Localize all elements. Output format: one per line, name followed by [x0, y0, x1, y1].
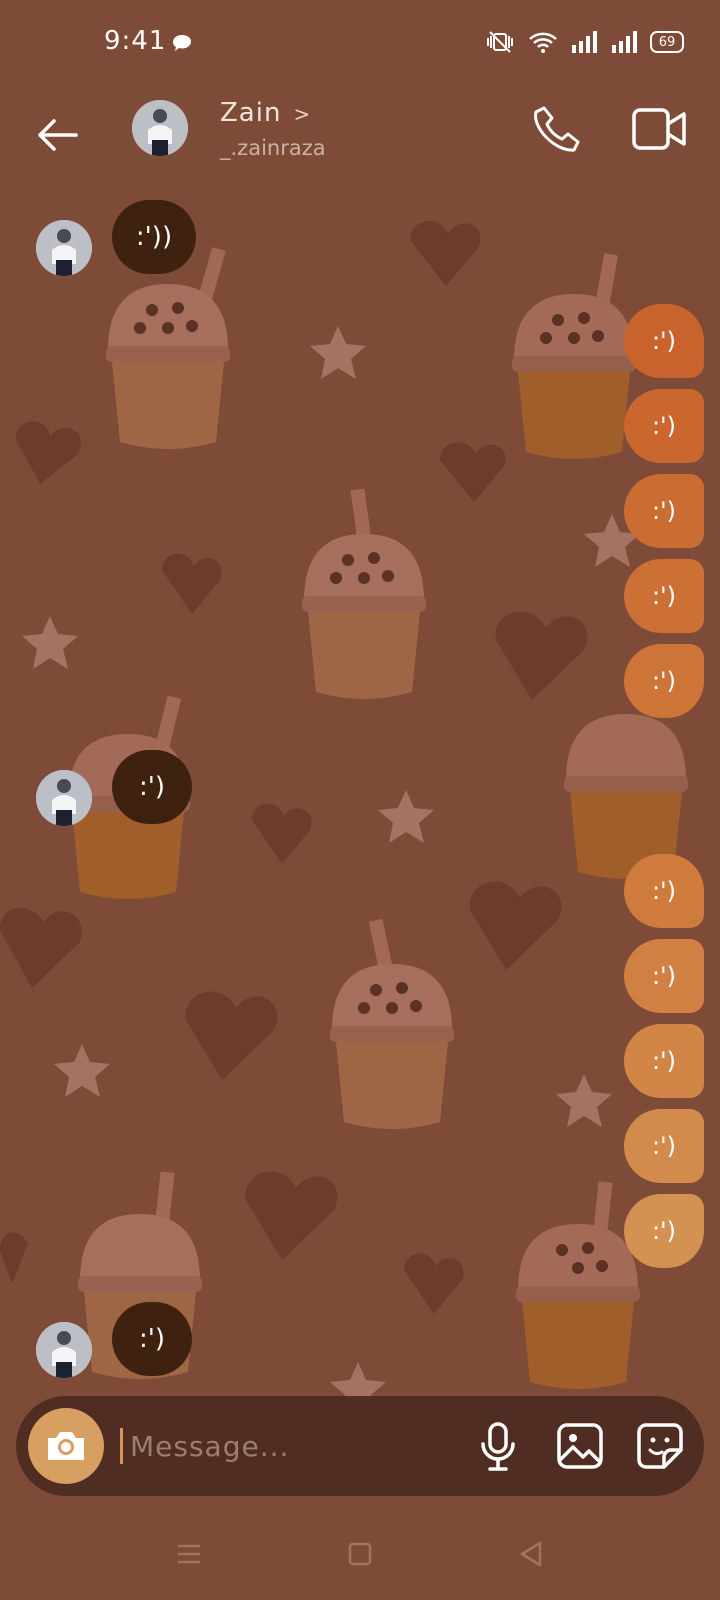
outgoing-message[interactable]: :') [624, 304, 704, 378]
battery-level: 69 [658, 34, 676, 50]
chevron-right-icon: > [293, 102, 312, 126]
video-camera-icon[interactable] [632, 104, 686, 154]
sender-avatar[interactable] [36, 220, 92, 276]
sender-avatar[interactable] [36, 770, 92, 826]
signal-icon [612, 31, 637, 53]
back-arrow-icon[interactable] [32, 110, 82, 160]
sticker-icon[interactable] [636, 1422, 684, 1470]
outgoing-message[interactable]: :') [624, 939, 704, 1013]
outgoing-message[interactable]: :') [624, 854, 704, 928]
chat-header: Zain > _.zainraza [0, 90, 720, 190]
incoming-message[interactable]: :') [112, 750, 192, 824]
phone-icon[interactable] [530, 102, 582, 154]
signal-icon [572, 31, 597, 53]
back-icon[interactable] [518, 1540, 544, 1568]
outgoing-message[interactable]: :') [624, 559, 704, 633]
camera-button[interactable] [28, 1408, 104, 1484]
outgoing-message[interactable]: :') [624, 1194, 704, 1268]
outgoing-message[interactable]: :') [624, 644, 704, 718]
mute-vibrate-icon [487, 31, 513, 53]
battery-icon: 69 [650, 31, 684, 53]
message-input[interactable] [120, 1418, 450, 1474]
incoming-message[interactable]: :') [112, 1302, 192, 1376]
status-time: 9:41 [104, 26, 167, 56]
chat-bubble-icon [173, 35, 191, 51]
menu-icon[interactable] [176, 1542, 202, 1566]
contact-username: _.zainraza [220, 136, 326, 160]
system-navigation-bar [0, 1520, 720, 1600]
chat-wallpaper [0, 220, 688, 1415]
wifi-icon [529, 32, 557, 53]
sender-avatar[interactable] [36, 1322, 92, 1378]
incoming-message[interactable]: :')) [112, 200, 196, 274]
home-icon[interactable] [348, 1542, 372, 1566]
outgoing-message[interactable]: :') [624, 474, 704, 548]
microphone-icon[interactable] [478, 1422, 518, 1472]
status-bar: 9:41 69 [0, 0, 720, 90]
outgoing-message[interactable]: :') [624, 1024, 704, 1098]
contact-avatar[interactable] [132, 100, 188, 156]
camera-icon [48, 1432, 84, 1460]
outgoing-message[interactable]: :') [624, 1109, 704, 1183]
message-composer [16, 1396, 704, 1496]
contact-name[interactable]: Zain > [220, 98, 311, 128]
gallery-icon[interactable] [556, 1422, 604, 1470]
outgoing-message[interactable]: :') [624, 389, 704, 463]
